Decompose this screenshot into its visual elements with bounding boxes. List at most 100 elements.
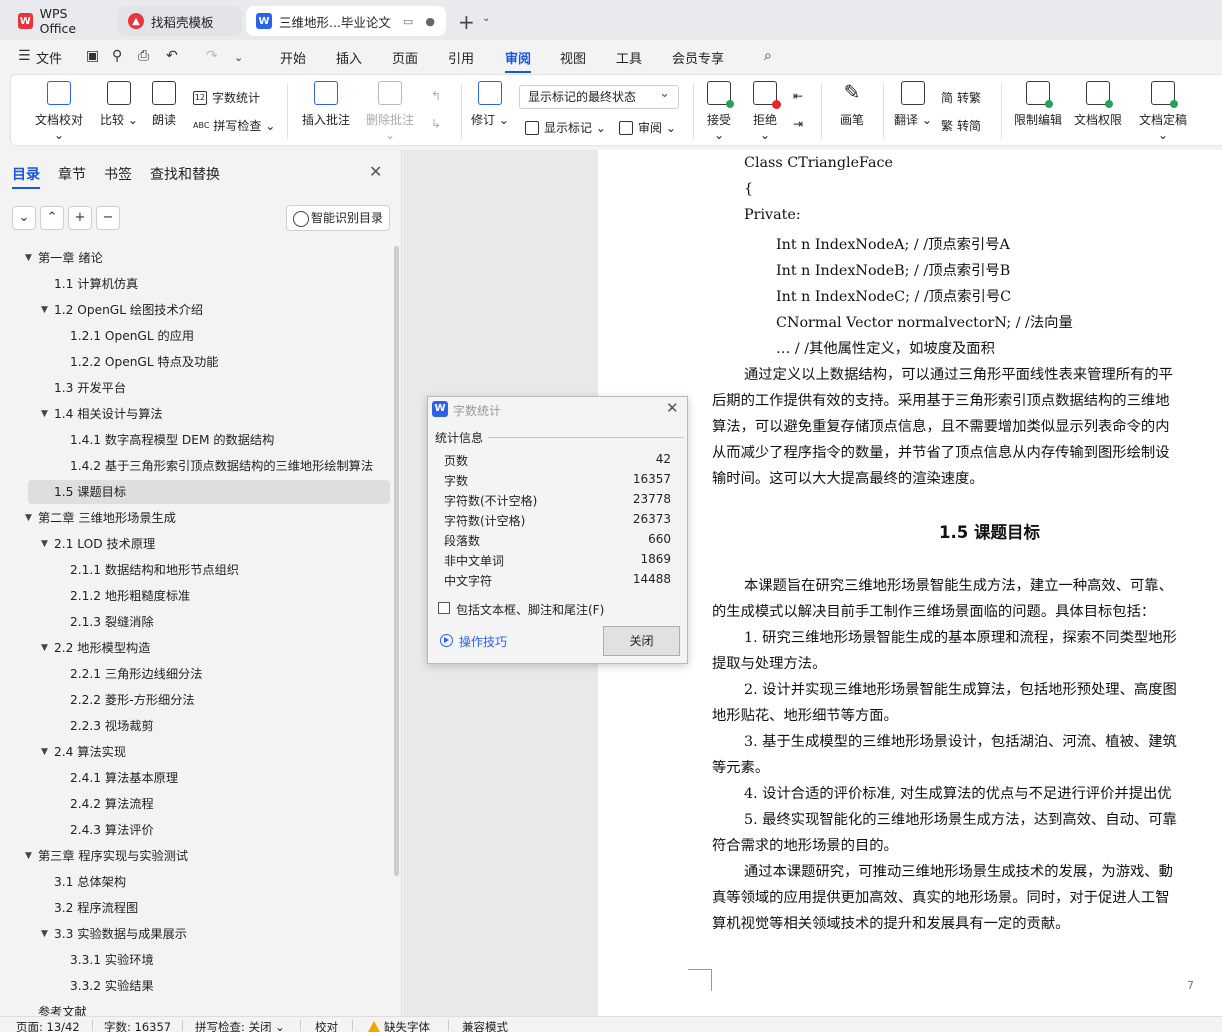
expand-arrow-icon[interactable]: ▼	[41, 636, 48, 660]
toc-item[interactable]: 3.2 程序流程图	[0, 896, 390, 920]
show-markup-button[interactable]: 显示标记 ⌄	[525, 119, 606, 136]
toc-item[interactable]: 1.5 课题目标	[28, 480, 390, 504]
search-icon[interactable]: ⌕	[764, 48, 772, 64]
toc-item[interactable]: 2.1.3 裂缝消除	[0, 610, 390, 634]
insert-comment-button[interactable]: 插入批注	[301, 81, 351, 128]
spell-check-button[interactable]: ABC 拼写检查 ⌄	[193, 117, 275, 134]
toc-item[interactable]: 2.2.1 三角形边线细分法	[0, 662, 390, 686]
toc-item[interactable]: 2.1.2 地形粗糙度标准	[0, 584, 390, 608]
status-proof[interactable]: 校对	[315, 1019, 338, 1032]
collapse-down-button[interactable]: ⌄	[12, 206, 36, 230]
compare-button[interactable]: 比较 ⌄	[99, 81, 139, 128]
markup-display-select[interactable]: 显示标记的最终状态	[519, 83, 679, 109]
accept-button[interactable]: 接受 ⌄	[701, 81, 737, 142]
close-icon[interactable]: ✕	[666, 399, 679, 417]
tab-list-chevron-icon[interactable]: ⌄	[482, 13, 490, 24]
toc-item[interactable]: 1.4.2 基于三角形索引顶点数据结构的三维地形绘制算法	[0, 454, 390, 478]
toc-item[interactable]: ▼ 1.2 OpenGL 绘图技术介绍	[0, 298, 390, 322]
delete-comment-button[interactable]: 删除批注 ⌄	[361, 81, 419, 142]
tab-close-dot-icon[interactable]: ●	[425, 15, 435, 28]
document-page[interactable]: Class CTriangleFace {Private: Int n IndexN…	[598, 150, 1222, 1016]
expand-arrow-icon[interactable]: ▼	[41, 402, 48, 426]
tips-link[interactable]: 操作技巧	[459, 633, 507, 650]
toc-item[interactable]: 3.3.2 实验结果	[0, 974, 390, 998]
close-button[interactable]: 关闭	[603, 626, 680, 656]
expand-arrow-icon[interactable]: ▼	[41, 532, 48, 556]
new-tab-plus-icon[interactable]: +	[458, 10, 475, 34]
next-change-icon[interactable]: ⇥	[793, 117, 803, 131]
toc-item[interactable]: ▼ 2.2 地形模型构造	[0, 636, 390, 660]
toc-item[interactable]: ▼ 第二章 三维地形场景生成	[0, 506, 390, 530]
toc-item[interactable]: 1.2.1 OpenGL 的应用	[0, 324, 390, 348]
add-heading-button[interactable]: +	[68, 206, 92, 230]
reject-button[interactable]: 拒绝 ⌄	[747, 81, 783, 142]
read-aloud-button[interactable]: 朗读	[149, 81, 179, 128]
dialog-header[interactable]: W 字数统计 ✕	[428, 397, 687, 423]
toc-item[interactable]: 3.3.1 实验环境	[0, 948, 390, 972]
tab-find-replace[interactable]: 查找和替换	[150, 164, 220, 184]
toc-item[interactable]: ▼ 1.4 相关设计与算法	[0, 402, 390, 426]
doc-check-button[interactable]: 文档校对 ⌄	[29, 81, 89, 142]
menu-tools[interactable]: 工具	[616, 48, 642, 67]
status-page[interactable]: 页面: 13/42	[16, 1019, 80, 1032]
menu-file[interactable]: 文件	[36, 48, 62, 67]
toc-item[interactable]: 2.4.3 算法评价	[0, 818, 390, 842]
prev-comment-icon[interactable]: ↰	[431, 89, 441, 103]
toc-item[interactable]: 2.1.1 数据结构和地形节点组织	[0, 558, 390, 582]
quick-access-chevron-icon[interactable]: ⌄	[234, 51, 243, 64]
toc-item[interactable]: ▼ 3.3 实验数据与成果展示	[0, 922, 390, 946]
expand-arrow-icon[interactable]: ▼	[25, 246, 32, 270]
toc-item[interactable]: 2.4.2 算法流程	[0, 792, 390, 816]
expand-arrow-icon[interactable]: ▼	[41, 922, 48, 946]
hamburger-icon[interactable]: ☰	[18, 48, 31, 64]
translate-button[interactable]: 翻译 ⌄	[893, 81, 933, 128]
toc-item[interactable]: 1.1 计算机仿真	[0, 272, 390, 296]
menu-view[interactable]: 视图	[560, 48, 586, 67]
menu-review[interactable]: 审阅	[505, 48, 532, 73]
status-words[interactable]: 字数: 16357	[104, 1019, 171, 1032]
status-spell[interactable]: 拼写检查: 关闭 ⌄	[195, 1019, 285, 1032]
expand-arrow-icon[interactable]: ▼	[41, 740, 48, 764]
redo-icon[interactable]: ↷	[206, 48, 218, 64]
toc-item[interactable]: 2.4.1 算法基本原理	[0, 766, 390, 790]
tab-sections[interactable]: 章节	[58, 164, 86, 184]
toc-scrollbar[interactable]	[394, 246, 399, 876]
menu-start[interactable]: 开始	[280, 48, 306, 67]
smart-toc-button[interactable]: 智能识别目录	[286, 205, 390, 231]
revise-button[interactable]: 修订 ⌄	[471, 81, 509, 128]
tab-toc[interactable]: 目录	[12, 164, 40, 189]
close-icon[interactable]: ✕	[369, 162, 382, 181]
to-traditional-button[interactable]: 简 转繁	[941, 89, 981, 106]
prev-change-icon[interactable]: ⇤	[793, 89, 803, 103]
remove-heading-button[interactable]: −	[96, 206, 120, 230]
menu-page[interactable]: 页面	[392, 48, 418, 67]
play-tips-icon[interactable]	[440, 634, 453, 647]
tab-document[interactable]: W 三维地形...毕业论文 ▭ ●	[246, 6, 446, 36]
expand-arrow-icon[interactable]: ▼	[25, 844, 32, 868]
toc-item[interactable]: ▼ 2.1 LOD 技术原理	[0, 532, 390, 556]
word-count-button[interactable]: 12 字数统计	[193, 89, 260, 106]
restrict-edit-button[interactable]: 限制编辑	[1013, 81, 1063, 128]
menu-reference[interactable]: 引用	[448, 48, 474, 67]
toc-item[interactable]: 1.3 开发平台	[0, 376, 390, 400]
monitor-icon[interactable]: ▭	[403, 15, 413, 28]
toc-item[interactable]: 1.2.2 OpenGL 特点及功能	[0, 350, 390, 374]
expand-arrow-icon[interactable]: ▼	[41, 298, 48, 322]
tab-wps-office[interactable]: W WPS Office	[8, 6, 112, 36]
tab-bookmarks[interactable]: 书签	[104, 164, 132, 184]
toc-item[interactable]: 参考文献	[0, 1000, 390, 1016]
doc-finalize-button[interactable]: 文档定稿 ⌄	[1133, 81, 1193, 142]
save-icon[interactable]: ▣	[86, 48, 99, 64]
print-preview-icon[interactable]: ⎙	[138, 48, 149, 64]
review-pane-button[interactable]: 审阅 ⌄	[619, 119, 676, 136]
menu-member[interactable]: 会员专享	[672, 48, 724, 67]
toc-item[interactable]: 2.2.3 视场裁剪	[0, 714, 390, 738]
to-simplified-button[interactable]: 繁 转简	[941, 117, 981, 134]
toc-item[interactable]: ▼ 第三章 程序实现与实验测试	[0, 844, 390, 868]
draw-button[interactable]: ✎ 画笔	[837, 81, 867, 128]
collapse-up-button[interactable]: ⌃	[40, 206, 64, 230]
toc-item[interactable]: ▼ 2.4 算法实现	[0, 740, 390, 764]
toc-item[interactable]: ▼ 第一章 绪论	[0, 246, 390, 270]
toc-item[interactable]: 1.4.1 数字高程模型 DEM 的数据结构	[0, 428, 390, 452]
expand-arrow-icon[interactable]: ▼	[25, 506, 32, 530]
